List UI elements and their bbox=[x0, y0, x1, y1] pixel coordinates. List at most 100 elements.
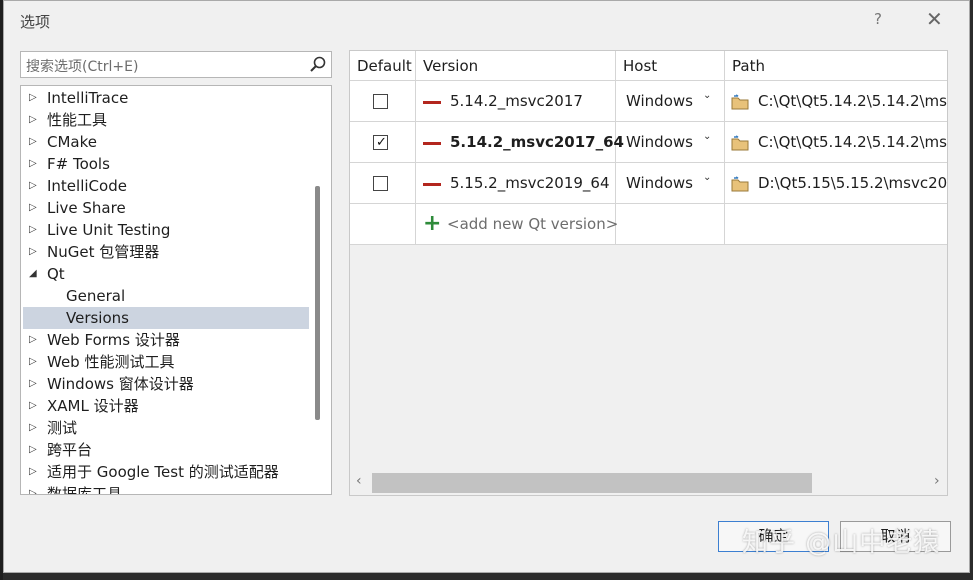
folder-icon[interactable] bbox=[731, 175, 749, 192]
grid-cell bbox=[350, 204, 416, 245]
grid-cell bbox=[725, 204, 947, 245]
collapsed-arrow-icon[interactable]: ▷ bbox=[29, 351, 41, 373]
help-button[interactable]: ? bbox=[874, 10, 882, 28]
collapsed-arrow-icon[interactable]: ▷ bbox=[29, 439, 41, 461]
qt-versions-grid: Default Version Host Path 5.14.2_msvc201… bbox=[349, 50, 948, 496]
header-version[interactable]: Version bbox=[416, 51, 616, 81]
watermark: 知乎 @山中老猿 bbox=[742, 528, 941, 558]
collapsed-arrow-icon[interactable]: ▷ bbox=[29, 461, 41, 483]
tree-item-label: IntelliTrace bbox=[47, 89, 129, 107]
default-checkbox[interactable]: ✓ bbox=[373, 134, 388, 150]
folder-icon[interactable] bbox=[731, 134, 749, 151]
tree-scrollbar[interactable] bbox=[315, 186, 320, 420]
tree-item[interactable]: ▷ 性能工具 bbox=[23, 109, 309, 131]
tree-item-label: 数据库工具 bbox=[47, 485, 123, 495]
tree-item[interactable]: ▷ Live Share bbox=[23, 197, 309, 219]
tree-item[interactable]: ▷ XAML 设计器 bbox=[23, 395, 309, 417]
tree-item[interactable]: ▷ IntelliCode bbox=[23, 175, 309, 197]
close-button[interactable]: ✕ bbox=[926, 7, 943, 31]
collapsed-arrow-icon[interactable]: ▷ bbox=[29, 87, 41, 109]
folder-icon[interactable] bbox=[731, 93, 749, 110]
dialog-title: 选项 bbox=[20, 13, 51, 31]
tree-item-label: Versions bbox=[66, 309, 129, 327]
tree-item-label: Windows 窗体设计器 bbox=[47, 375, 194, 393]
tree-item[interactable]: ◢ Qt bbox=[23, 263, 309, 285]
tree-item-label: 测试 bbox=[47, 419, 78, 437]
collapsed-arrow-icon[interactable]: ▷ bbox=[29, 175, 41, 197]
tree-item-label: 跨平台 bbox=[47, 441, 93, 459]
search-input[interactable]: 搜索选项(Ctrl+E) bbox=[26, 56, 138, 76]
collapsed-arrow-icon[interactable]: ▷ bbox=[29, 131, 41, 153]
header-host[interactable]: Host bbox=[616, 51, 725, 81]
host-select[interactable]: Windows bbox=[626, 133, 693, 151]
default-checkbox[interactable] bbox=[373, 175, 388, 191]
tree-item[interactable]: ▷ Live Unit Testing bbox=[23, 219, 309, 241]
tree-item[interactable]: ▷ IntelliTrace bbox=[23, 87, 309, 109]
scroll-thumb[interactable] bbox=[372, 473, 812, 493]
remove-version-icon[interactable] bbox=[423, 100, 441, 104]
options-tree: ▷ IntelliTrace ▷ 性能工具 ▷ CMake ▷ F# Tools ▷ Intell… bbox=[20, 85, 332, 495]
collapsed-arrow-icon[interactable]: ▷ bbox=[29, 395, 41, 417]
collapsed-arrow-icon[interactable]: ▷ bbox=[29, 219, 41, 241]
collapsed-arrow-icon[interactable]: ▷ bbox=[29, 241, 41, 263]
path-value[interactable]: C:\Qt\Qt5.14.2\5.14.2\msv bbox=[758, 133, 947, 151]
tree-item-label: 适用于 Google Test 的测试适配器 bbox=[47, 463, 279, 481]
tree-item-label: CMake bbox=[47, 133, 97, 151]
tree-item[interactable]: ▷ Web Forms 设计器 bbox=[23, 329, 309, 351]
collapsed-arrow-icon[interactable]: ▷ bbox=[29, 329, 41, 351]
path-value[interactable]: C:\Qt\Qt5.14.2\5.14.2\msv bbox=[758, 92, 947, 110]
collapsed-arrow-icon[interactable]: ▷ bbox=[29, 483, 41, 494]
version-name[interactable]: 5.14.2_msvc2017 bbox=[450, 92, 583, 110]
tree-item-label: XAML 设计器 bbox=[47, 397, 139, 415]
tree-item[interactable]: ▷ CMake bbox=[23, 131, 309, 153]
tree-item[interactable]: ▷ F# Tools bbox=[23, 153, 309, 175]
expanded-arrow-icon[interactable]: ◢ bbox=[29, 263, 41, 285]
options-dialog: 选项 ? ✕ 搜索选项(Ctrl+E) ▷ IntelliTrace ▷ 性能工具 ▷ C… bbox=[3, 0, 970, 573]
default-checkbox[interactable] bbox=[373, 93, 388, 109]
scroll-right-icon[interactable]: › bbox=[934, 473, 940, 489]
add-version-link[interactable]: <add new Qt version> bbox=[447, 215, 618, 233]
remove-version-icon[interactable] bbox=[423, 141, 441, 145]
tree-item-label: Web 性能测试工具 bbox=[47, 353, 175, 371]
version-name[interactable]: 5.14.2_msvc2017_64 bbox=[450, 133, 624, 151]
chevron-down-icon[interactable]: ⌄ bbox=[703, 172, 711, 183]
collapsed-arrow-icon[interactable]: ▷ bbox=[29, 417, 41, 439]
grid-cell bbox=[616, 204, 725, 245]
tree-item[interactable]: Versions bbox=[23, 307, 309, 329]
tree-item-label: NuGet 包管理器 bbox=[47, 243, 160, 261]
tree-item-label: IntelliCode bbox=[47, 177, 127, 195]
tree-item-label: General bbox=[66, 287, 126, 305]
path-value[interactable]: D:\Qt5.15\5.15.2\msvc201 bbox=[758, 174, 947, 192]
chevron-down-icon[interactable]: ⌄ bbox=[703, 90, 711, 101]
scroll-left-icon[interactable]: ‹ bbox=[356, 473, 362, 489]
collapsed-arrow-icon[interactable]: ▷ bbox=[29, 373, 41, 395]
header-path[interactable]: Path bbox=[725, 51, 947, 81]
tree-item[interactable]: General bbox=[23, 285, 309, 307]
collapsed-arrow-icon[interactable]: ▷ bbox=[29, 109, 41, 131]
host-select[interactable]: Windows bbox=[626, 174, 693, 192]
tree-item[interactable]: ▷ Web 性能测试工具 bbox=[23, 351, 309, 373]
collapsed-arrow-icon[interactable]: ▷ bbox=[29, 153, 41, 175]
horizontal-scrollbar[interactable]: ‹ › bbox=[350, 471, 947, 495]
version-name[interactable]: 5.15.2_msvc2019_64 bbox=[450, 174, 610, 192]
tree-item[interactable]: ▷ Windows 窗体设计器 bbox=[23, 373, 309, 395]
tree-item[interactable]: ▷ 数据库工具 bbox=[23, 483, 309, 495]
header-default[interactable]: Default bbox=[350, 51, 416, 81]
remove-version-icon[interactable] bbox=[423, 182, 441, 186]
tree-item[interactable]: ▷ 测试 bbox=[23, 417, 309, 439]
host-select[interactable]: Windows bbox=[626, 92, 693, 110]
tree-item-label: Web Forms 设计器 bbox=[47, 331, 180, 349]
tree-item-label: Live Unit Testing bbox=[47, 221, 171, 239]
tree-item-label: Qt bbox=[47, 265, 65, 283]
tree-item[interactable]: ▷ NuGet 包管理器 bbox=[23, 241, 309, 263]
search-box[interactable]: 搜索选项(Ctrl+E) bbox=[20, 51, 332, 78]
collapsed-arrow-icon[interactable]: ▷ bbox=[29, 197, 41, 219]
tree-item[interactable]: ▷ 跨平台 bbox=[23, 439, 309, 461]
check-icon: ✓ bbox=[376, 134, 387, 150]
tree-item[interactable]: ▷ 适用于 Google Test 的测试适配器 bbox=[23, 461, 309, 483]
tree-item-label: Live Share bbox=[47, 199, 126, 217]
search-icon[interactable] bbox=[308, 55, 328, 75]
add-icon[interactable]: + bbox=[423, 213, 441, 235]
tree-item-label: F# Tools bbox=[47, 155, 110, 173]
chevron-down-icon[interactable]: ⌄ bbox=[703, 131, 711, 142]
